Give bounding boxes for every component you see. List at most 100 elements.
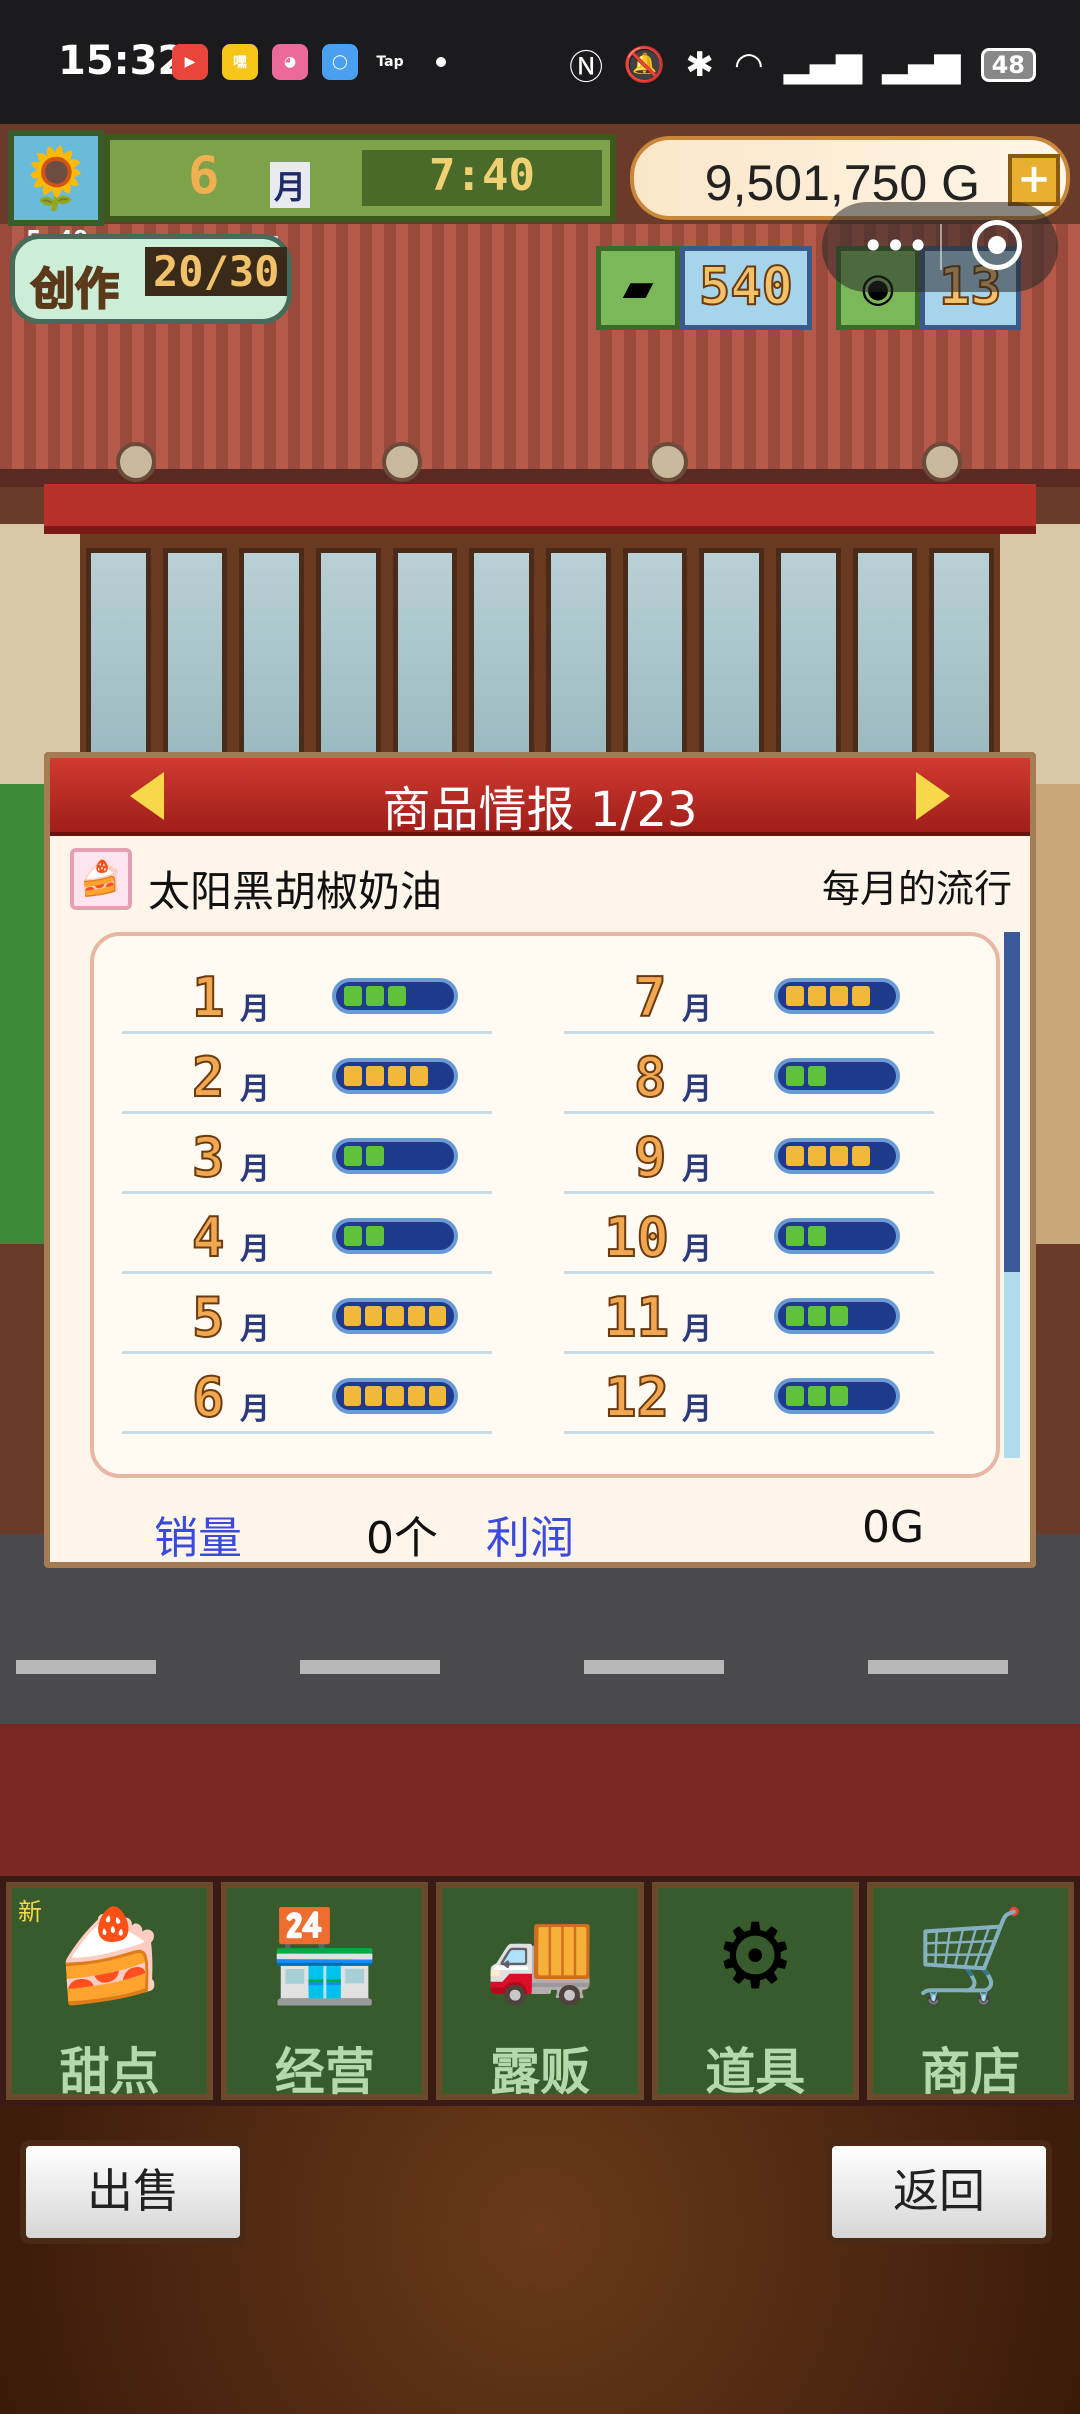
month-row: 8月 — [564, 1034, 934, 1114]
road-line — [16, 1660, 156, 1674]
month-unit: 月 — [240, 1312, 270, 1347]
product-info-panel: 商品情报 1/23 🍰 太阳黑胡椒奶油 每月的流行 1月2月3月4月5月6月 7… — [44, 752, 1036, 1568]
sales-label: 销量 — [154, 1513, 242, 1564]
shop-awning — [44, 484, 1036, 534]
month-unit: 月 — [682, 1392, 712, 1427]
more-notifications-dot — [436, 57, 446, 67]
popularity-segment — [786, 1306, 804, 1326]
months-left-column: 1月2月3月4月5月6月 — [122, 954, 492, 1434]
month-number: 5 — [191, 1285, 225, 1350]
popularity-segment — [386, 1386, 404, 1406]
popularity-segment — [407, 1306, 425, 1326]
month-number: 2 — [191, 1045, 225, 1110]
notification-icons: ▶ 嘿 ◕ ◯ Tap — [172, 44, 446, 80]
yellow-app-icon: 嘿 — [222, 44, 258, 80]
month-row: 7月 — [564, 954, 934, 1034]
current-month: 6 — [188, 146, 220, 206]
month-unit: 月 — [240, 1232, 270, 1267]
month-number: 6 — [191, 1365, 225, 1430]
gold-bar-icon: ▰ — [596, 246, 680, 330]
player-avatar[interactable]: 🌻 — [8, 130, 104, 226]
month-row: 10 月 — [564, 1194, 934, 1274]
popularity-segment — [386, 1306, 404, 1326]
close-target-icon[interactable] — [972, 220, 1022, 270]
craft-value: 20/30 — [145, 247, 288, 296]
popularity-segment — [808, 1146, 826, 1166]
menu-items[interactable]: ⚙ 道具 — [651, 1882, 859, 2101]
next-product-arrow-icon[interactable] — [916, 772, 950, 820]
menu-dessert[interactable]: 新 🍰 甜点 — [6, 1882, 214, 2101]
month-row: 12 月 — [564, 1354, 934, 1434]
scrollbar-thumb[interactable] — [1004, 1272, 1020, 1458]
cake-slice-icon: 🍰 — [70, 848, 132, 910]
sell-button[interactable]: 出售 — [20, 2140, 246, 2244]
popularity-bar — [774, 1218, 900, 1254]
menu-store[interactable]: 🛒 商店 — [866, 1882, 1075, 2101]
mute-icon: 🔕 — [623, 44, 666, 85]
game-clock: 7:40 — [362, 150, 602, 206]
panel-header: 商品情报 1/23 — [50, 758, 1030, 838]
back-button[interactable]: 返回 — [826, 2140, 1052, 2244]
menu-label: 露贩 — [490, 2043, 590, 2101]
shop-building-icon: 🏪 — [268, 1904, 381, 2009]
month-unit: 月 — [240, 1072, 270, 1107]
monthly-popularity-table: 1月2月3月4月5月6月 7 月 8 月 9 月 10 月 11 月 12 月 — [90, 932, 1000, 1478]
popularity-bar — [332, 1298, 458, 1334]
popularity-segment — [830, 1306, 848, 1326]
popularity-segment — [808, 1066, 826, 1086]
main-menu: 新 🍰 甜点 🏪 经营 🚚 露贩 ⚙ 道具 🛒 商店 — [0, 1876, 1080, 2106]
signal-icon: ▂▄▆ — [783, 44, 863, 85]
popularity-segment — [407, 1386, 425, 1406]
popularity-segment — [830, 986, 848, 1006]
signal-icon-2: ▂▄▆ — [882, 44, 961, 85]
month-unit: 月 — [682, 1152, 712, 1187]
road-line — [584, 1660, 724, 1674]
popularity-segment — [344, 1226, 362, 1246]
items-bag-icon: ⚙ — [714, 1904, 796, 2009]
month-unit: 月 — [240, 992, 270, 1027]
menu-label: 道具 — [705, 2043, 806, 2101]
popularity-segment — [388, 1066, 406, 1086]
product-header: 🍰 太阳黑胡椒奶油 每月的流行 — [50, 844, 1030, 916]
tree — [0, 784, 46, 1244]
month-unit: 月 — [270, 162, 311, 208]
more-options-icon[interactable]: ••• — [862, 224, 929, 268]
month-number: 9 — [633, 1125, 667, 1190]
month-number: 7 — [633, 965, 667, 1030]
month-row: 9月 — [564, 1114, 934, 1194]
menu-food-truck[interactable]: 🚚 露贩 — [436, 1882, 644, 2101]
popularity-bar — [332, 1138, 458, 1174]
action-bar: 出售 返回 — [0, 2106, 1080, 2414]
month-number: 8 — [633, 1045, 667, 1110]
popularity-segment — [786, 1386, 804, 1406]
popularity-bar — [332, 1378, 458, 1414]
panel-title: 商品情报 1/23 — [382, 782, 698, 838]
capsule-divider — [940, 224, 942, 270]
add-gold-button[interactable]: + — [1008, 154, 1060, 206]
month-unit: 月 — [682, 992, 712, 1027]
cake-icon: 🍰 — [53, 1904, 166, 2009]
craft-counter[interactable]: 创作 20/30 — [10, 234, 292, 324]
popularity-segment — [808, 1306, 826, 1326]
popularity-segment — [344, 986, 362, 1006]
road-line — [300, 1660, 440, 1674]
panel-scrollbar[interactable] — [1004, 932, 1020, 1458]
popularity-bar — [332, 1058, 458, 1094]
month-row: 3月 — [122, 1114, 492, 1194]
month-number: 3 — [191, 1125, 225, 1190]
popularity-bar — [774, 1298, 900, 1334]
month-number: 12 — [603, 1365, 670, 1430]
side-wall — [1034, 784, 1080, 1244]
popularity-segment — [366, 1066, 384, 1086]
month-row: 11 月 — [564, 1274, 934, 1354]
popularity-segment — [830, 1386, 848, 1406]
popularity-segment — [808, 1226, 826, 1246]
taptap-app-icon: Tap — [372, 44, 408, 80]
gold-bar-resource[interactable]: ▰ 540 — [596, 246, 812, 330]
month-number: 11 — [603, 1285, 670, 1350]
miniprogram-capsule[interactable]: ••• — [822, 202, 1058, 292]
month-unit: 月 — [240, 1152, 270, 1187]
popularity-segment — [852, 986, 870, 1006]
popularity-segment — [344, 1306, 362, 1326]
menu-management[interactable]: 🏪 经营 — [221, 1882, 429, 2101]
